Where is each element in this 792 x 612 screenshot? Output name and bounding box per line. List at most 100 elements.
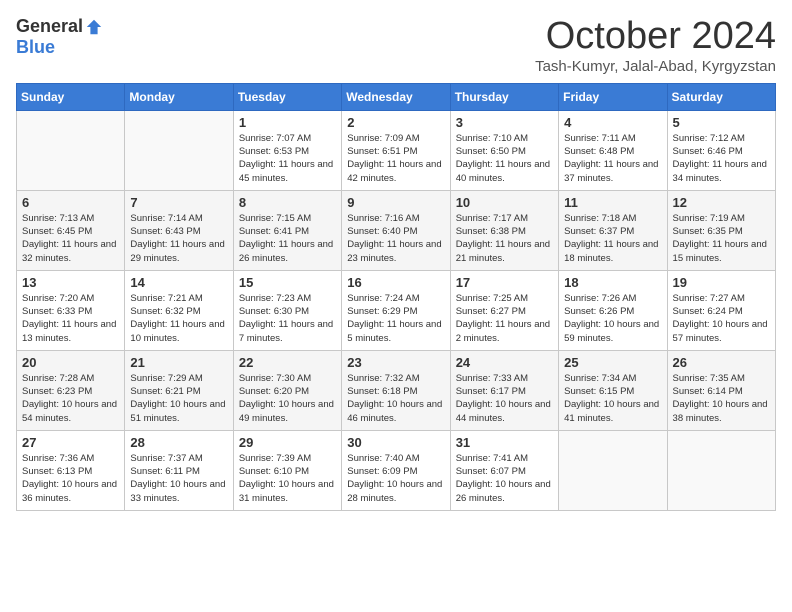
day-info: Sunrise: 7:36 AM Sunset: 6:13 PM Dayligh…	[22, 452, 119, 505]
day-info: Sunrise: 7:29 AM Sunset: 6:21 PM Dayligh…	[130, 372, 227, 425]
day-number: 13	[22, 275, 119, 290]
header-wednesday: Wednesday	[342, 83, 450, 110]
day-info: Sunrise: 7:19 AM Sunset: 6:35 PM Dayligh…	[673, 212, 770, 265]
calendar-cell: 9 Sunrise: 7:16 AM Sunset: 6:40 PM Daylig…	[342, 190, 450, 270]
calendar-cell: 22 Sunrise: 7:30 AM Sunset: 6:20 PM Dayli…	[233, 350, 341, 430]
calendar-cell	[125, 110, 233, 190]
day-info: Sunrise: 7:07 AM Sunset: 6:53 PM Dayligh…	[239, 132, 336, 185]
day-info: Sunrise: 7:18 AM Sunset: 6:37 PM Dayligh…	[564, 212, 661, 265]
day-info: Sunrise: 7:16 AM Sunset: 6:40 PM Dayligh…	[347, 212, 444, 265]
calendar-cell: 27 Sunrise: 7:36 AM Sunset: 6:13 PM Dayli…	[17, 430, 125, 510]
day-info: Sunrise: 7:17 AM Sunset: 6:38 PM Dayligh…	[456, 212, 553, 265]
calendar-cell: 21 Sunrise: 7:29 AM Sunset: 6:21 PM Dayli…	[125, 350, 233, 430]
day-number: 17	[456, 275, 553, 290]
calendar-cell: 30 Sunrise: 7:40 AM Sunset: 6:09 PM Dayli…	[342, 430, 450, 510]
day-number: 31	[456, 435, 553, 450]
day-info: Sunrise: 7:39 AM Sunset: 6:10 PM Dayligh…	[239, 452, 336, 505]
day-number: 29	[239, 435, 336, 450]
calendar-header-row: SundayMondayTuesdayWednesdayThursdayFrid…	[17, 83, 776, 110]
day-number: 3	[456, 115, 553, 130]
calendar-cell: 31 Sunrise: 7:41 AM Sunset: 6:07 PM Dayli…	[450, 430, 558, 510]
day-info: Sunrise: 7:35 AM Sunset: 6:14 PM Dayligh…	[673, 372, 770, 425]
day-info: Sunrise: 7:23 AM Sunset: 6:30 PM Dayligh…	[239, 292, 336, 345]
day-info: Sunrise: 7:32 AM Sunset: 6:18 PM Dayligh…	[347, 372, 444, 425]
day-number: 26	[673, 355, 770, 370]
calendar-cell: 3 Sunrise: 7:10 AM Sunset: 6:50 PM Daylig…	[450, 110, 558, 190]
day-info: Sunrise: 7:41 AM Sunset: 6:07 PM Dayligh…	[456, 452, 553, 505]
day-number: 7	[130, 195, 227, 210]
calendar-cell: 8Sunrise: 7:15 AM Sunset: 6:41 PM Daylig…	[233, 190, 341, 270]
header-thursday: Thursday	[450, 83, 558, 110]
calendar-cell: 25 Sunrise: 7:34 AM Sunset: 6:15 PM Dayli…	[559, 350, 667, 430]
day-info: Sunrise: 7:37 AM Sunset: 6:11 PM Dayligh…	[130, 452, 227, 505]
calendar-cell: 4 Sunrise: 7:11 AM Sunset: 6:48 PM Daylig…	[559, 110, 667, 190]
location: Tash-Kumyr, Jalal-Abad, Kyrgyzstan	[535, 58, 776, 75]
logo: General Blue	[16, 16, 103, 58]
calendar-cell: 14 Sunrise: 7:21 AM Sunset: 6:32 PM Dayli…	[125, 270, 233, 350]
week-row-1: 1 Sunrise: 7:07 AM Sunset: 6:53 PM Daylig…	[17, 110, 776, 190]
calendar-cell: 5Sunrise: 7:12 AM Sunset: 6:46 PM Daylig…	[667, 110, 775, 190]
day-info: Sunrise: 7:34 AM Sunset: 6:15 PM Dayligh…	[564, 372, 661, 425]
day-number: 12	[673, 195, 770, 210]
calendar-cell: 15 Sunrise: 7:23 AM Sunset: 6:30 PM Dayli…	[233, 270, 341, 350]
header-monday: Monday	[125, 83, 233, 110]
day-number: 14	[130, 275, 227, 290]
calendar-cell: 19 Sunrise: 7:27 AM Sunset: 6:24 PM Dayli…	[667, 270, 775, 350]
day-number: 20	[22, 355, 119, 370]
day-info: Sunrise: 7:09 AM Sunset: 6:51 PM Dayligh…	[347, 132, 444, 185]
day-info: Sunrise: 7:26 AM Sunset: 6:26 PM Dayligh…	[564, 292, 661, 345]
day-number: 15	[239, 275, 336, 290]
day-number: 9	[347, 195, 444, 210]
day-info: Sunrise: 7:13 AM Sunset: 6:45 PM Dayligh…	[22, 212, 119, 265]
header-saturday: Saturday	[667, 83, 775, 110]
day-info: Sunrise: 7:28 AM Sunset: 6:23 PM Dayligh…	[22, 372, 119, 425]
day-number: 2	[347, 115, 444, 130]
day-info: Sunrise: 7:30 AM Sunset: 6:20 PM Dayligh…	[239, 372, 336, 425]
calendar-cell: 23 Sunrise: 7:32 AM Sunset: 6:18 PM Dayli…	[342, 350, 450, 430]
day-number: 21	[130, 355, 227, 370]
day-info: Sunrise: 7:11 AM Sunset: 6:48 PM Dayligh…	[564, 132, 661, 185]
calendar-cell: 11Sunrise: 7:18 AM Sunset: 6:37 PM Dayli…	[559, 190, 667, 270]
day-info: Sunrise: 7:10 AM Sunset: 6:50 PM Dayligh…	[456, 132, 553, 185]
header-sunday: Sunday	[17, 83, 125, 110]
calendar-cell: 13 Sunrise: 7:20 AM Sunset: 6:33 PM Dayli…	[17, 270, 125, 350]
day-number: 27	[22, 435, 119, 450]
calendar-cell: 6 Sunrise: 7:13 AM Sunset: 6:45 PM Daylig…	[17, 190, 125, 270]
calendar-cell: 18 Sunrise: 7:26 AM Sunset: 6:26 PM Dayli…	[559, 270, 667, 350]
calendar-cell: 17 Sunrise: 7:25 AM Sunset: 6:27 PM Dayli…	[450, 270, 558, 350]
day-number: 4	[564, 115, 661, 130]
day-number: 22	[239, 355, 336, 370]
calendar-cell	[667, 430, 775, 510]
day-number: 24	[456, 355, 553, 370]
calendar-cell: 10 Sunrise: 7:17 AM Sunset: 6:38 PM Dayli…	[450, 190, 558, 270]
title-section: October 2024 Tash-Kumyr, Jalal-Abad, Kyr…	[535, 16, 776, 75]
day-info: Sunrise: 7:14 AM Sunset: 6:43 PM Dayligh…	[130, 212, 227, 265]
day-info: Sunrise: 7:27 AM Sunset: 6:24 PM Dayligh…	[673, 292, 770, 345]
day-number: 25	[564, 355, 661, 370]
week-row-5: 27 Sunrise: 7:36 AM Sunset: 6:13 PM Dayli…	[17, 430, 776, 510]
day-info: Sunrise: 7:40 AM Sunset: 6:09 PM Dayligh…	[347, 452, 444, 505]
day-info: Sunrise: 7:24 AM Sunset: 6:29 PM Dayligh…	[347, 292, 444, 345]
header-tuesday: Tuesday	[233, 83, 341, 110]
header-friday: Friday	[559, 83, 667, 110]
calendar-cell: 20 Sunrise: 7:28 AM Sunset: 6:23 PM Dayli…	[17, 350, 125, 430]
day-info: Sunrise: 7:21 AM Sunset: 6:32 PM Dayligh…	[130, 292, 227, 345]
day-number: 19	[673, 275, 770, 290]
day-number: 30	[347, 435, 444, 450]
day-number: 6	[22, 195, 119, 210]
calendar-cell: 1 Sunrise: 7:07 AM Sunset: 6:53 PM Daylig…	[233, 110, 341, 190]
calendar-cell: 12 Sunrise: 7:19 AM Sunset: 6:35 PM Dayli…	[667, 190, 775, 270]
day-info: Sunrise: 7:20 AM Sunset: 6:33 PM Dayligh…	[22, 292, 119, 345]
day-number: 10	[456, 195, 553, 210]
day-info: Sunrise: 7:33 AM Sunset: 6:17 PM Dayligh…	[456, 372, 553, 425]
calendar-table: SundayMondayTuesdayWednesdayThursdayFrid…	[16, 83, 776, 511]
page-header: General Blue October 2024 Tash-Kumyr, Ja…	[16, 16, 776, 75]
day-number: 18	[564, 275, 661, 290]
week-row-2: 6 Sunrise: 7:13 AM Sunset: 6:45 PM Daylig…	[17, 190, 776, 270]
calendar-cell	[17, 110, 125, 190]
day-number: 1	[239, 115, 336, 130]
calendar-cell: 24 Sunrise: 7:33 AM Sunset: 6:17 PM Dayli…	[450, 350, 558, 430]
day-info: Sunrise: 7:25 AM Sunset: 6:27 PM Dayligh…	[456, 292, 553, 345]
logo-icon	[85, 18, 103, 36]
day-number: 23	[347, 355, 444, 370]
